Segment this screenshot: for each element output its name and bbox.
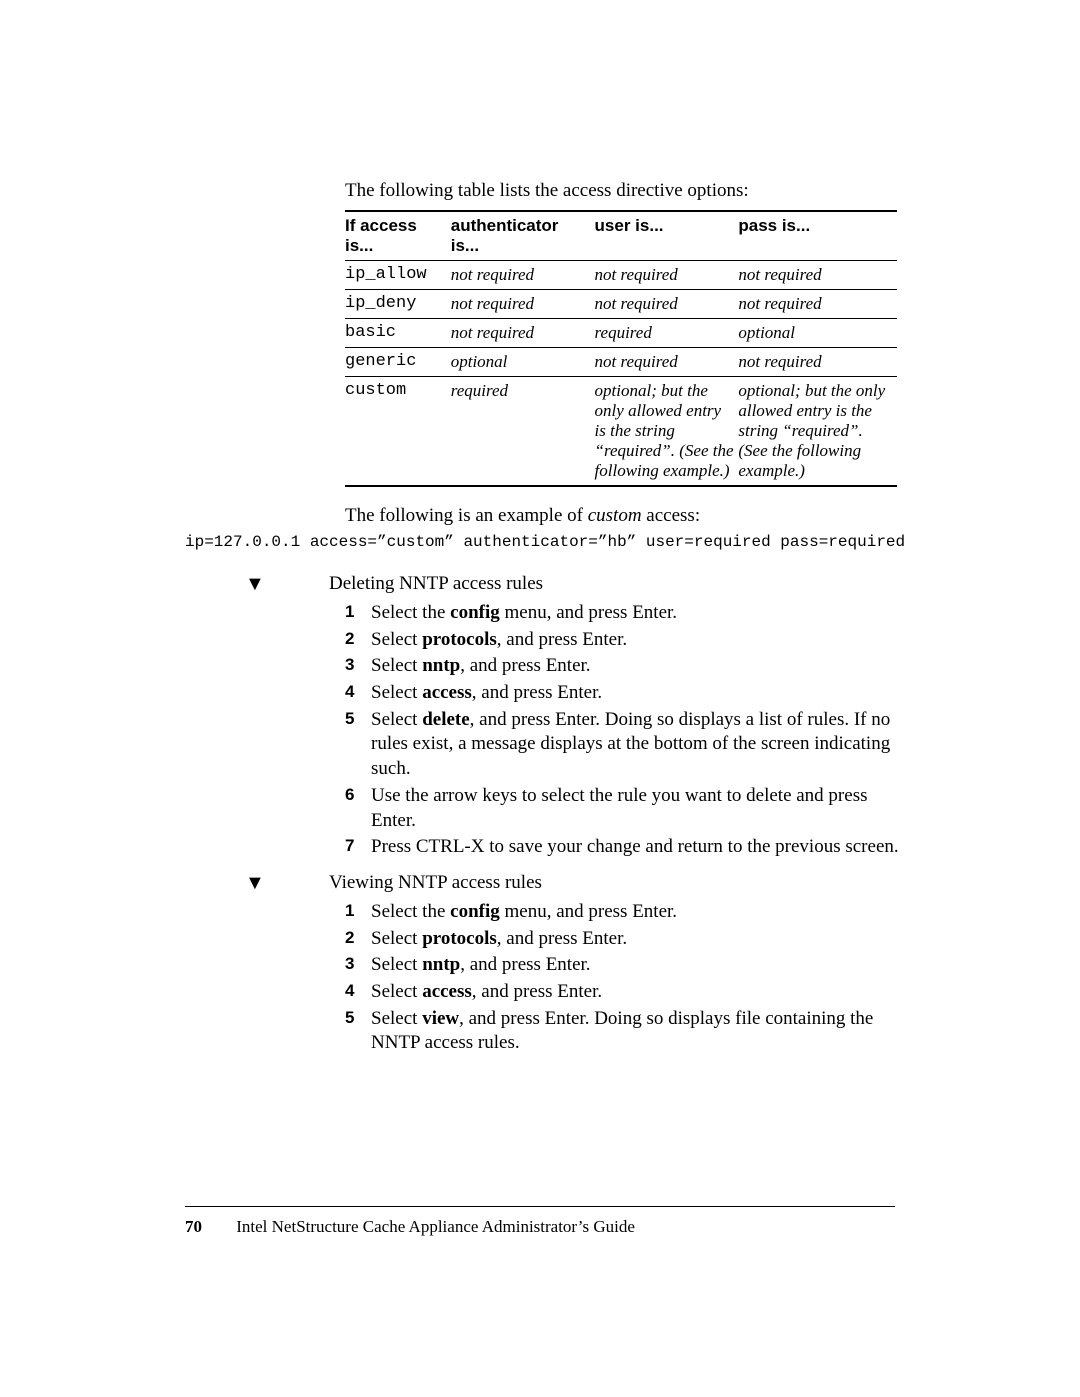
step: 5Select delete, and press Enter. Doing s… — [345, 708, 905, 782]
table-row: generic optional not required not requir… — [345, 348, 897, 377]
cell-access: custom — [345, 377, 451, 487]
step-text: Select access, and press Enter. — [371, 980, 905, 1005]
th-user: user is... — [595, 211, 739, 261]
step-text: Select the config menu, and press Enter. — [371, 601, 905, 626]
cell-pass: not required — [738, 290, 897, 319]
step-text: Select protocols, and press Enter. — [371, 628, 905, 653]
step-text: Select the config menu, and press Enter. — [371, 900, 905, 925]
table-intro: The following table lists the access dir… — [345, 180, 895, 202]
step-text: Select access, and press Enter. — [371, 681, 905, 706]
step-text: Select protocols, and press Enter. — [371, 927, 905, 952]
example-intro-pre: The following is an example of — [345, 505, 588, 526]
cell-pass: not required — [738, 261, 897, 290]
page-footer: 70 Intel NetStructure Cache Appliance Ad… — [185, 1217, 635, 1237]
step: 1Select the config menu, and press Enter… — [345, 601, 905, 626]
step-text: Select nntp, and press Enter. — [371, 953, 905, 978]
procedure-deleting: ▼ Deleting NNTP access rules 1Select the… — [185, 573, 895, 860]
step-number: 1 — [345, 601, 371, 626]
step: 3Select nntp, and press Enter. — [345, 654, 905, 679]
step-text: Select nntp, and press Enter. — [371, 654, 905, 679]
table-row: custom required optional; but the only a… — [345, 377, 897, 487]
procedure-viewing: ▼ Viewing NNTP access rules 1Select the … — [185, 872, 895, 1056]
cell-pass: optional — [738, 319, 897, 348]
step-number: 4 — [345, 681, 371, 706]
cell-pass: optional; but the only allowed entry is … — [738, 377, 897, 487]
cell-user: not required — [595, 348, 739, 377]
cell-access: ip_deny — [345, 290, 451, 319]
table-row: ip_allow not required not required not r… — [345, 261, 897, 290]
step: 5Select view, and press Enter. Doing so … — [345, 1007, 905, 1056]
cell-user: optional; but the only allowed entry is … — [595, 377, 739, 487]
step-number: 5 — [345, 708, 371, 782]
step-text: Press CTRL-X to save your change and ret… — [371, 835, 905, 860]
footer-rule — [185, 1206, 895, 1207]
th-authenticator: authenticator is... — [451, 211, 595, 261]
example-intro: The following is an example of custom ac… — [345, 505, 895, 527]
cell-user: not required — [595, 261, 739, 290]
step: 4Select access, and press Enter. — [345, 681, 905, 706]
step-number: 3 — [345, 654, 371, 679]
table-row: ip_deny not required not required not re… — [345, 290, 897, 319]
step-number: 4 — [345, 980, 371, 1005]
step-text: Select view, and press Enter. Doing so d… — [371, 1007, 905, 1056]
th-access: If access is... — [345, 211, 451, 261]
example-intro-post: access: — [642, 505, 701, 526]
step: 6Use the arrow keys to select the rule y… — [345, 784, 905, 833]
table-row: basic not required required optional — [345, 319, 897, 348]
procedure-steps: 1Select the config menu, and press Enter… — [345, 900, 905, 1056]
step: 2Select protocols, and press Enter. — [345, 927, 905, 952]
example-code: ip=127.0.0.1 access=”custom” authenticat… — [185, 533, 895, 551]
footer-title: Intel NetStructure Cache Appliance Admin… — [236, 1217, 635, 1236]
table-header-row: If access is... authenticator is... user… — [345, 211, 897, 261]
cell-auth: optional — [451, 348, 595, 377]
step: 2Select protocols, and press Enter. — [345, 628, 905, 653]
step-text: Use the arrow keys to select the rule yo… — [371, 784, 905, 833]
cell-auth: not required — [451, 290, 595, 319]
step-number: 3 — [345, 953, 371, 978]
page-number: 70 — [185, 1217, 202, 1236]
procedure-title: Viewing NNTP access rules — [329, 872, 542, 894]
cell-auth: required — [451, 377, 595, 487]
procedure-header: ▼ Viewing NNTP access rules — [185, 872, 895, 894]
step: 7Press CTRL-X to save your change and re… — [345, 835, 905, 860]
cell-auth: not required — [451, 319, 595, 348]
procedure-header: ▼ Deleting NNTP access rules — [185, 573, 895, 595]
step-number: 2 — [345, 628, 371, 653]
triangle-icon: ▼ — [185, 573, 329, 595]
step-number: 7 — [345, 835, 371, 860]
step-number: 6 — [345, 784, 371, 833]
cell-access: ip_allow — [345, 261, 451, 290]
step: 1Select the config menu, and press Enter… — [345, 900, 905, 925]
step: 3Select nntp, and press Enter. — [345, 953, 905, 978]
step-number: 1 — [345, 900, 371, 925]
access-options-table: If access is... authenticator is... user… — [345, 210, 897, 487]
cell-access: generic — [345, 348, 451, 377]
cell-pass: not required — [738, 348, 897, 377]
cell-user: required — [595, 319, 739, 348]
triangle-icon: ▼ — [185, 872, 329, 894]
page: The following table lists the access dir… — [0, 0, 1080, 1397]
step: 4Select access, and press Enter. — [345, 980, 905, 1005]
cell-auth: not required — [451, 261, 595, 290]
step-text: Select delete, and press Enter. Doing so… — [371, 708, 905, 782]
cell-user: not required — [595, 290, 739, 319]
step-number: 2 — [345, 927, 371, 952]
procedure-title: Deleting NNTP access rules — [329, 573, 543, 595]
procedure-steps: 1Select the config menu, and press Enter… — [345, 601, 905, 860]
cell-access: basic — [345, 319, 451, 348]
step-number: 5 — [345, 1007, 371, 1056]
example-intro-em: custom — [588, 505, 642, 526]
th-pass: pass is... — [738, 211, 897, 261]
